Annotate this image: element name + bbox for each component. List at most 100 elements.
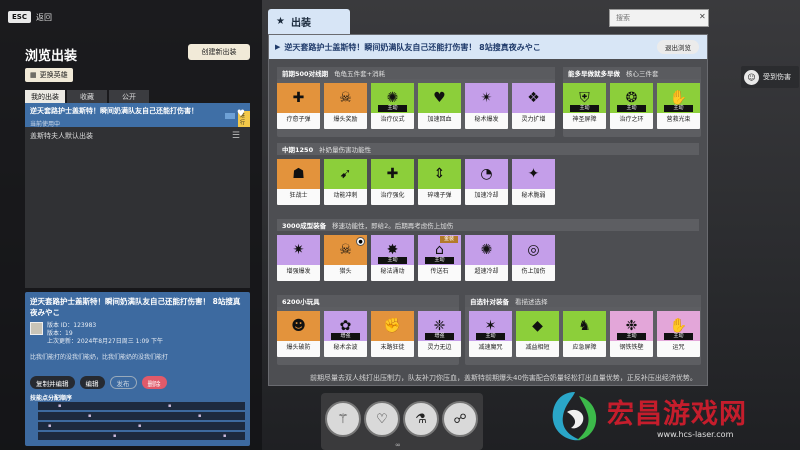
section-subtitle: 移速功能性，即给2。后期再考虑伤上加伤	[332, 222, 454, 230]
item-card[interactable]: ❂ 主动 治疗之环	[610, 83, 653, 129]
item-card[interactable]: ✦ 秘术脆弱	[512, 159, 555, 205]
ability-wheel: ⚚ ♡ ⚗ ☍ ∞	[321, 393, 483, 450]
item-name: 减益相短	[525, 344, 550, 351]
dagger-spin-icon[interactable]: ⚚	[325, 401, 361, 437]
item-corner-icon: ●	[356, 237, 365, 246]
skill-point-marker: ▪	[88, 413, 92, 419]
item-card[interactable]: ◆ 减益相短	[516, 311, 559, 357]
item-card[interactable]: ☗ 狂战士	[277, 159, 320, 205]
watermark-text: 宏昌游戏网	[607, 399, 747, 430]
item-tag: 主动	[476, 333, 505, 340]
heart-ring-icon[interactable]: ♡	[364, 401, 400, 437]
build-detail-card: 逆天套路护士盖斯特！瞬间奶满队友自己还能打伤害！ 8站搜真夜みやこ 版本 ID：…	[25, 292, 250, 446]
section-title: 自选针对装备	[470, 298, 509, 306]
list-item-title: 盖斯特夫人默认出装	[30, 132, 93, 140]
item-card[interactable]: ✶ 主动 减速魔咒	[469, 311, 512, 357]
delete-button[interactable]: 删除	[141, 376, 167, 389]
item-name: 猎头	[339, 268, 352, 275]
item-name: 神圣屏障	[572, 116, 597, 123]
create-build-button[interactable]: 创建新出装	[188, 44, 250, 60]
detail-meta: 版本 ID：123983 版本：19 上次更新：2024年8月27日周三 1:0…	[30, 322, 163, 346]
section-toys: 6200小玩具 ☻ 爆头破防 ✿ 增强 秘术余波 ✊ 末路狂徒 ❈ 增强 灵力无边	[277, 295, 461, 365]
item-card[interactable]: ✷ 增强爆发	[277, 235, 320, 281]
change-hero-button[interactable]: ▦ 更换英雄	[25, 68, 73, 82]
item-card[interactable]: ✺ 主动 治疗仪式	[371, 83, 414, 129]
item-name: 加速冷却	[474, 192, 499, 199]
item-card[interactable]: ❈ 增强 灵力无边	[418, 311, 461, 357]
item-name: 秘术爆发	[474, 116, 499, 123]
item-card[interactable]: ☠ ● 猎头	[324, 235, 367, 281]
back-label[interactable]: 返回	[36, 12, 52, 23]
item-tag: 主动	[617, 105, 646, 112]
item-card[interactable]: ✺ 超速冷却	[465, 235, 508, 281]
list-item[interactable]: 逆天套路护士盖斯特！瞬间奶满队友自己还能打伤害！ 当前使用中 进行 ♥	[25, 103, 250, 128]
item-card[interactable]: ✴ 秘术爆发	[465, 83, 508, 129]
debuff-icon: ◆	[516, 311, 559, 341]
tab-favorites[interactable]: 收藏	[67, 90, 107, 103]
esc-key[interactable]: ESC	[8, 11, 31, 23]
item-card[interactable]: ⇕ 碎魂子弹	[418, 159, 461, 205]
heart-rate-icon: ♥	[418, 83, 461, 113]
vial-icon[interactable]: ⚗	[403, 401, 439, 437]
item-name: 减速魔咒	[478, 344, 503, 351]
item-name: 加速回血	[427, 116, 452, 123]
item-card[interactable]: ✋ 主动 营救光束	[657, 83, 700, 129]
close-icon[interactable]: ✕	[699, 12, 706, 21]
item-tag: 增强	[331, 333, 360, 340]
item-card[interactable]: ☠ 爆头奖励	[324, 83, 367, 129]
item-card[interactable]: ❉ 主动 钢铁铁壁	[610, 311, 653, 357]
star-icon: ★	[276, 16, 285, 27]
item-card[interactable]: ⌂ 主动 金装 传送石	[418, 235, 461, 281]
edit-button[interactable]: 编辑	[79, 376, 105, 389]
item-card[interactable]: ♞ 应急屏障	[563, 311, 606, 357]
item-card[interactable]: ✋ 主动 运咒	[657, 311, 700, 357]
menu-icon[interactable]: ☰	[232, 131, 240, 141]
vulnerable-icon: ✦	[512, 159, 555, 189]
hands-icon[interactable]: ☍	[442, 401, 478, 437]
item-card[interactable]: ✚ 治疗强化	[371, 159, 414, 205]
item-name: 应急屏障	[572, 344, 597, 351]
item-card[interactable]: ⛨ 主动 神圣屏障	[563, 83, 606, 129]
item-card[interactable]: ❖ 灵力扩增	[512, 83, 555, 129]
item-name: 治疗之环	[619, 116, 644, 123]
item-card[interactable]: ◎ 伤上加伤	[512, 235, 555, 281]
back-control[interactable]: ESC 返回	[8, 11, 52, 23]
item-card[interactable]: ✸ 主动 秘法涌动	[371, 235, 414, 281]
section-subtitle: 龟龟五件套+消耗	[334, 70, 386, 78]
copy-edit-button[interactable]: 复制并编辑	[30, 376, 75, 389]
cross-icon: ✚	[277, 83, 320, 113]
section-title: 中期1250	[282, 146, 314, 154]
item-card[interactable]: ✊ 末路狂徒	[371, 311, 414, 357]
item-card[interactable]: ➹ 动能冲刺	[324, 159, 367, 205]
heal-boost-icon: ✚	[371, 159, 414, 189]
section-mid: 中期1250 补奶量伤害功能性 ☗ 狂战士 ➹ 动能冲刺 ✚ 治疗强化 ⇕ 碎魂子弹 ◔ 加速冷却 ✦…	[277, 143, 699, 213]
publish-button[interactable]: 发布	[109, 376, 137, 389]
barrier-icon: ♞	[563, 311, 606, 341]
skill-row: ▪ ▪	[38, 422, 245, 430]
item-card[interactable]: ✚ 疗愈子弹	[277, 83, 320, 129]
item-card[interactable]: ☻ 爆头破防	[277, 311, 320, 357]
flag-icon	[225, 113, 235, 119]
search-input[interactable]	[609, 9, 709, 27]
watermark-logo	[552, 392, 597, 441]
item-card[interactable]: ✿ 增强 秘术余波	[324, 311, 367, 357]
list-item[interactable]: 盖斯特夫人默认出装 ☰	[25, 127, 250, 143]
item-name: 传送石	[430, 268, 449, 275]
tab-my-builds[interactable]: 我的出装	[25, 90, 65, 103]
item-card[interactable]: ♥ 加速回血	[418, 83, 461, 129]
damage-taken-badge[interactable]: ☺ 受到伤害	[741, 66, 799, 88]
tab-public[interactable]: 公开	[109, 90, 149, 103]
item-name: 秘法涌动	[380, 268, 405, 275]
exit-browse-button[interactable]: 退出浏览	[657, 40, 699, 54]
desperado-icon: ✊	[371, 311, 414, 341]
enhanced-burst-icon: ✷	[277, 235, 320, 265]
favorite-heart-icon[interactable]: ♥	[237, 109, 245, 119]
item-card[interactable]: ◔ 加速冷却	[465, 159, 508, 205]
tab-outfit[interactable]: ★ 出装	[268, 9, 350, 34]
infinity-icon: ∞	[395, 441, 401, 449]
item-name: 伤上加伤	[521, 268, 546, 275]
item-name: 运咒	[672, 344, 685, 351]
build-list: 逆天套路护士盖斯特！瞬间奶满队友自己还能打伤害！ 当前使用中 进行 ♥ 盖斯特夫…	[25, 103, 250, 288]
item-tag: 主动	[570, 105, 599, 112]
escalate-icon: ◎	[512, 235, 555, 265]
